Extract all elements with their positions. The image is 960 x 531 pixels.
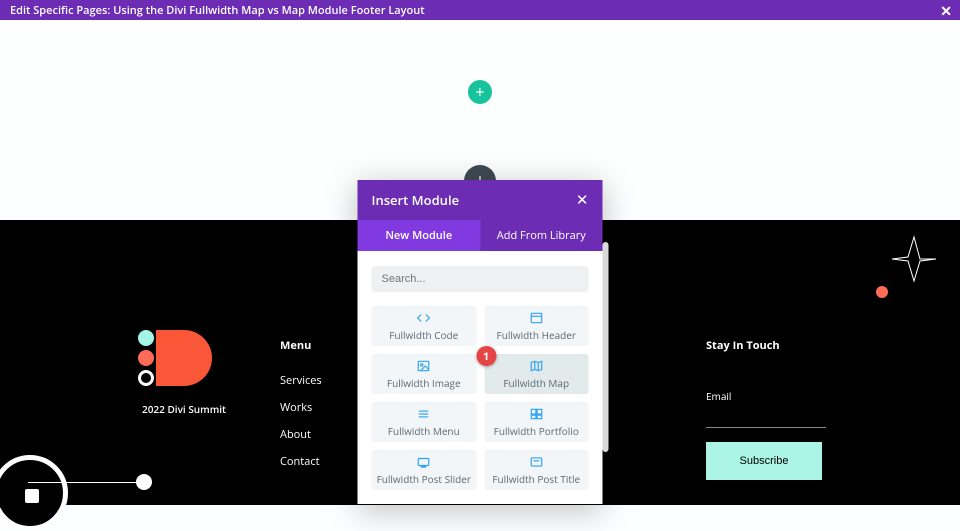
header-icon <box>529 311 543 325</box>
portfolio-icon <box>529 407 543 421</box>
modal-tabs: New Module Add From Library <box>358 220 603 251</box>
modal-close-button[interactable]: ✕ <box>576 190 589 210</box>
modal-body: Fullwidth Code Fullwidth Header Fullwidth … <box>358 251 603 504</box>
page-title: Edit Specific Pages: Using the Divi Full… <box>10 3 425 18</box>
module-card-label: Fullwidth Menu <box>388 424 460 438</box>
site-name: 2022 Divi Summit <box>124 402 244 416</box>
tab-new-module[interactable]: New Module <box>358 220 481 251</box>
builder-top-bar: Edit Specific Pages: Using the Divi Full… <box>0 0 960 20</box>
module-card-fullwidth-menu[interactable]: Fullwidth Menu <box>372 402 477 442</box>
module-card-label: Fullwidth Map <box>503 376 569 390</box>
subscribe-button[interactable]: Subscribe <box>706 442 822 480</box>
module-card-label: Fullwidth Code <box>389 328 458 342</box>
footer-menu-item[interactable]: Contact <box>280 454 322 469</box>
module-card-fullwidth-post-slider[interactable]: Fullwidth Post Slider <box>372 450 477 490</box>
module-card-label: Fullwidth Header <box>497 328 576 342</box>
map-icon <box>529 359 543 373</box>
modal-scrollbar[interactable] <box>603 242 609 452</box>
module-card-fullwidth-code[interactable]: Fullwidth Code <box>372 306 477 346</box>
module-card-fullwidth-header[interactable]: Fullwidth Header <box>484 306 589 346</box>
logo-half-circle <box>156 330 212 386</box>
footer-menu-column: Menu Services Works About Contact <box>280 338 322 481</box>
stay-heading: Stay In Touch <box>706 338 826 353</box>
email-input[interactable] <box>706 409 826 428</box>
decor-line <box>28 482 148 483</box>
decor-square <box>25 489 39 503</box>
footer-menu-item[interactable]: Works <box>280 400 322 415</box>
module-grid: Fullwidth Code Fullwidth Header Fullwidth … <box>372 306 589 490</box>
upper-empty-section: + + <box>0 20 960 200</box>
module-card-fullwidth-map[interactable]: Fullwidth Map1 <box>484 354 589 394</box>
menu-icon <box>417 407 431 421</box>
footer-menu-heading: Menu <box>280 338 322 353</box>
close-builder-button[interactable]: ✕ <box>940 2 952 21</box>
logo-dot-teal <box>138 330 154 346</box>
code-icon <box>417 311 431 325</box>
star-decor-icon <box>890 235 938 283</box>
decor-circle-small <box>136 474 152 490</box>
module-card-fullwidth-image[interactable]: Fullwidth Image <box>372 354 477 394</box>
module-card-label: Fullwidth Post Slider <box>377 472 471 486</box>
module-search-input[interactable] <box>372 266 589 292</box>
image-icon <box>417 359 431 373</box>
footer-subscribe-column: Stay In Touch Email Subscribe <box>706 338 826 480</box>
module-card-label: Fullwidth Portfolio <box>494 424 579 438</box>
modal-title: Insert Module <box>372 191 460 209</box>
module-card-label: Fullwidth Image <box>387 376 461 390</box>
title-icon <box>529 455 543 469</box>
insert-module-modal: Insert Module ✕ New Module Add From Libr… <box>358 180 603 504</box>
modal-header: Insert Module ✕ <box>358 180 603 220</box>
footer-menu-item[interactable]: About <box>280 427 322 442</box>
step-badge: 1 <box>476 346 496 366</box>
tab-add-from-library[interactable]: Add From Library <box>480 220 603 251</box>
logo-dot-ring <box>138 370 154 386</box>
module-card-label: Fullwidth Post Title <box>492 472 580 486</box>
slider-icon <box>417 455 431 469</box>
module-card-fullwidth-post-title[interactable]: Fullwidth Post Title <box>484 450 589 490</box>
add-section-button[interactable]: + <box>468 80 492 104</box>
email-label: Email <box>706 389 826 403</box>
footer-menu-item[interactable]: Services <box>280 373 322 388</box>
module-card-fullwidth-portfolio[interactable]: Fullwidth Portfolio <box>484 402 589 442</box>
logo-dot-orange <box>138 350 154 366</box>
orange-dot-decor <box>876 286 888 298</box>
